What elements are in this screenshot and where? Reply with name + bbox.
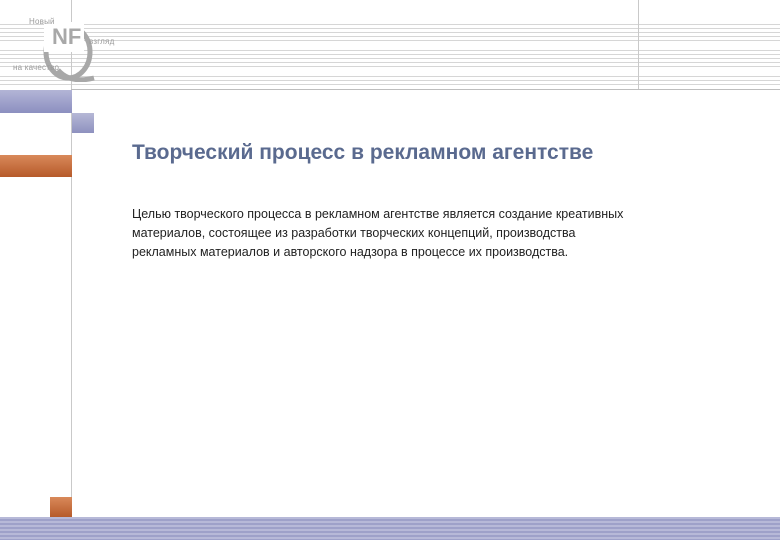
logo-mark-letters: NF [52,24,81,49]
slide-title: Творческий процесс в рекламном агентстве [132,141,594,164]
decor-orange-block [0,155,72,177]
header-right-rule [638,0,639,90]
slide-paragraph: Целью творческого процесса в рекламном а… [132,207,624,259]
logo: NF Новый взгляд на качество [0,0,140,82]
header-bottom-rule [71,89,780,90]
logo-right-word: взгляд [89,37,115,46]
decor-orange-square [50,497,72,517]
footer-bar [0,517,780,540]
logo-bottom-word: на качество [13,63,60,72]
decor-purple-square [72,113,94,133]
logo-top-word: Новый [29,17,55,26]
decor-purple-block [0,90,72,113]
